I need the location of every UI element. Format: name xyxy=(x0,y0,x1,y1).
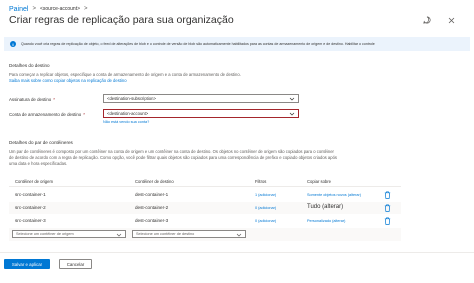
feedback-icon[interactable] xyxy=(422,15,432,25)
chevron-down-icon xyxy=(116,233,122,236)
destination-account-dropdown[interactable]: <destination-account> xyxy=(103,109,299,118)
breadcrumb-separator: > xyxy=(32,6,36,12)
container-pairs-description: Um par de contêineres é composto por um … xyxy=(9,149,337,166)
column-header-filters: Filtros xyxy=(255,179,267,184)
destination-account-value: <destination-account> xyxy=(107,111,149,116)
filters-add-link[interactable]: 1 (adicionar) xyxy=(255,193,276,197)
source-container-placeholder: Selecione um contêiner de origem xyxy=(16,232,74,236)
destination-container-cell: dest-container-2 xyxy=(135,205,169,210)
destination-details-description: Para começar a replicar objetos, especif… xyxy=(9,72,309,84)
destination-container-cell: dest-container-3 xyxy=(135,218,169,223)
destination-details-heading: Detalhes do destino xyxy=(9,63,50,68)
column-header-destination: Contêiner de destino xyxy=(135,179,174,184)
breadcrumb-home-link[interactable]: Painel xyxy=(9,6,28,13)
info-banner: i Quando você cria regras de replicação … xyxy=(4,37,470,51)
trash-icon[interactable] xyxy=(384,204,391,212)
column-header-source: Contêiner de origem xyxy=(15,179,53,184)
copy-over-change-link[interactable]: Somente objetos novos (alterar) xyxy=(307,193,361,197)
chevron-down-icon xyxy=(236,233,242,236)
close-icon[interactable] xyxy=(446,15,456,25)
chevron-down-icon xyxy=(289,112,295,116)
table-row: src-container-1 dest-container-1 1 (adic… xyxy=(9,189,401,201)
column-header-copy-over: Copiar sobre xyxy=(307,179,331,184)
info-icon: i xyxy=(10,41,16,47)
account-not-listed-link[interactable]: Não está vendo sua conta? xyxy=(103,120,149,124)
breadcrumb-separator: > xyxy=(84,6,88,12)
filters-add-link[interactable]: 0 (adicionar) xyxy=(255,219,276,223)
new-pair-row: Selecione um contêiner de origem Selecio… xyxy=(9,228,401,241)
destination-account-label-text: Conta de armazenamento de destino xyxy=(9,112,82,117)
source-container-cell: src-container-1 xyxy=(15,192,46,197)
required-marker: * xyxy=(53,97,55,102)
destination-subscription-dropdown[interactable]: <destination-subscription> xyxy=(103,94,299,103)
chevron-down-icon xyxy=(289,97,295,101)
trash-icon[interactable] xyxy=(384,191,391,199)
destination-subscription-value: <destination-subscription> xyxy=(107,96,156,101)
copy-over-change-link[interactable]: Tudo (alterar) xyxy=(307,204,343,210)
header-divider xyxy=(9,186,401,187)
destination-container-placeholder: Selecione um contêiner de destino xyxy=(136,232,195,236)
destination-container-cell: dest-container-1 xyxy=(135,192,169,197)
copy-over-change-link[interactable]: Personalizado (alterar) xyxy=(307,219,345,223)
destination-subscription-label: Assinatura de destino * xyxy=(9,97,55,102)
save-and-apply-button[interactable]: Salvar e aplicar xyxy=(4,259,50,269)
footer-divider xyxy=(0,252,474,253)
page-title: Criar regras de replicação para sua orga… xyxy=(9,14,234,26)
title-actions xyxy=(422,15,456,25)
breadcrumb-account-link[interactable]: <source-account> xyxy=(40,6,80,12)
cancel-button[interactable]: Cancelar xyxy=(59,259,92,269)
source-container-cell: src-container-2 xyxy=(15,205,46,210)
table-row: src-container-2 dest-container-2 0 (adic… xyxy=(9,202,401,214)
container-pairs-heading: Detalhes do par de contêineres xyxy=(9,140,73,145)
required-marker: * xyxy=(83,112,85,117)
info-banner-text: Quando você cria regras de replicação de… xyxy=(21,42,375,46)
table-row: src-container-3 dest-container-3 0 (adic… xyxy=(9,215,401,227)
filters-add-link[interactable]: 0 (adicionar) xyxy=(255,206,276,210)
learn-more-link[interactable]: Saiba mais sobre como copiar objetos na … xyxy=(9,78,127,83)
destination-description-text: Para começar a replicar objetos, especif… xyxy=(9,72,241,77)
destination-subscription-label-text: Assinatura de destino xyxy=(9,97,52,102)
destination-account-label: Conta de armazenamento de destino * xyxy=(9,112,85,117)
source-container-cell: src-container-3 xyxy=(15,218,46,223)
breadcrumb: Painel > <source-account> > xyxy=(9,4,92,14)
destination-container-select[interactable]: Selecione um contêiner de destino xyxy=(132,230,246,238)
source-container-select[interactable]: Selecione um contêiner de origem xyxy=(12,230,126,238)
trash-icon[interactable] xyxy=(384,217,391,225)
